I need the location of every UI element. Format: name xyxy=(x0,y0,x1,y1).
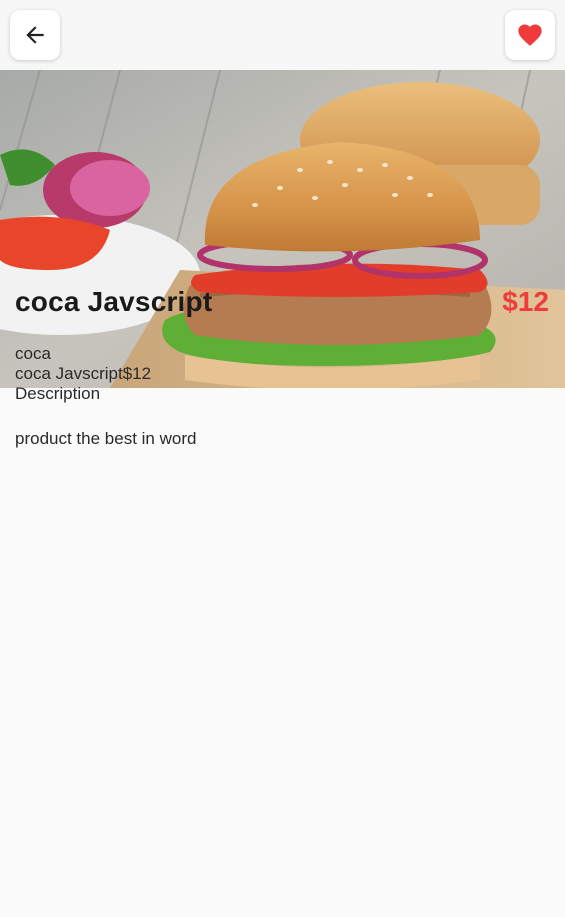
product-category: coca xyxy=(15,344,51,363)
burger-image xyxy=(0,70,565,388)
product-title: coca Javscript xyxy=(15,286,213,317)
description-label: Description xyxy=(15,384,101,403)
top-app-bar xyxy=(0,0,565,70)
product-name-price: coca Javscript$12 xyxy=(15,364,152,383)
product-image xyxy=(0,70,565,388)
favorite-button[interactable] xyxy=(505,10,555,60)
description-text: product the best in word xyxy=(15,429,197,448)
arrow-left-icon xyxy=(26,26,44,44)
heart-icon xyxy=(518,24,542,46)
back-button[interactable] xyxy=(10,10,60,60)
product-detail-page: coca Javscript $12 coca coca Javscript$1… xyxy=(0,0,565,917)
product-price: $12 xyxy=(502,286,549,317)
